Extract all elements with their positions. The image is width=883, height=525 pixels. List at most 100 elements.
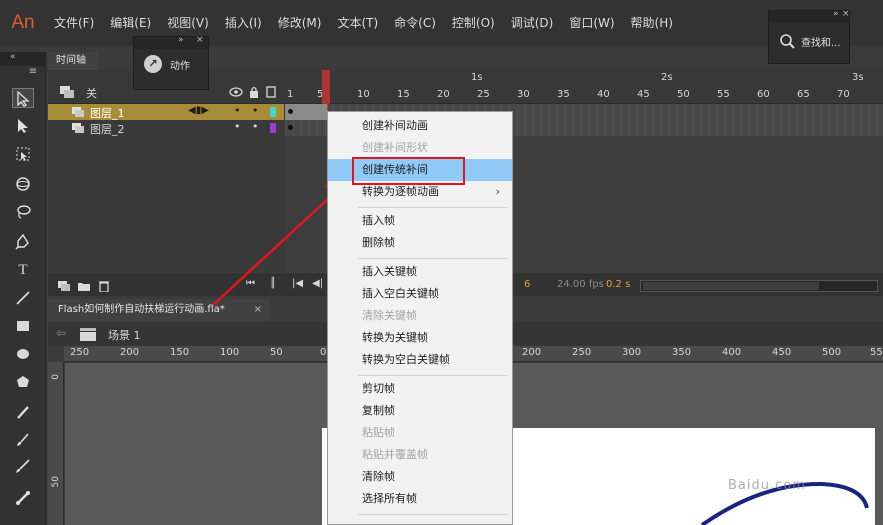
menu-paste-frames[interactable]: 粘贴帧 — [328, 422, 512, 444]
lock-dot[interactable]: • — [252, 104, 259, 117]
visibility-dot[interactable]: • — [234, 104, 241, 117]
layer-outline-color[interactable] — [270, 123, 276, 133]
close-icon[interactable]: × — [196, 35, 204, 45]
menu-convert-to-blank-keyframes[interactable]: 转换为空白关键帧 — [328, 349, 512, 371]
rectangle-tool-icon[interactable] — [12, 316, 34, 336]
menu-create-shape-tween[interactable]: 创建补间形状 — [328, 137, 512, 159]
layer-outline-color[interactable] — [270, 107, 276, 117]
close-icon[interactable]: × — [842, 9, 850, 19]
menu-remove-frames[interactable]: 删除帧 — [328, 232, 512, 254]
collapse-icon[interactable]: » — [178, 35, 184, 45]
menu-text[interactable]: 文本(T) — [329, 10, 386, 36]
menu-insert-frame[interactable]: 插入帧 — [328, 210, 512, 232]
menu-insert-blank-keyframe[interactable]: 插入空白关键帧 — [328, 283, 512, 305]
menu-debug[interactable]: 调试(D) — [503, 10, 562, 36]
lock-icon[interactable] — [249, 86, 259, 98]
line-tool-icon[interactable] — [12, 288, 34, 308]
menu-commands[interactable]: 命令(C) — [386, 10, 444, 36]
frame-number: 50 — [677, 89, 690, 100]
menu-cut-frames[interactable]: 剪切帧 — [328, 378, 512, 400]
layer-row-2[interactable]: 图层_2 • • — [48, 120, 284, 136]
trash-icon[interactable] — [99, 280, 109, 292]
menu-window[interactable]: 窗口(W) — [561, 10, 622, 36]
menu-create-motion-tween[interactable]: 创建补间动画 — [328, 115, 512, 137]
collapse-icon[interactable]: » — [833, 9, 839, 19]
timeline-tab[interactable]: 时间轴 — [48, 52, 98, 70]
menu-separator — [358, 514, 508, 515]
selection-tool-icon[interactable] — [12, 88, 34, 108]
pen-tool-icon[interactable] — [12, 232, 34, 252]
menu-insert[interactable]: 插入(I) — [217, 10, 270, 36]
time-scale[interactable]: 1s 2s 3s 1 5 10 15 20 25 30 35 40 45 50 … — [284, 70, 883, 104]
vertical-ruler[interactable]: 0 50 — [48, 362, 64, 525]
menu-help[interactable]: 帮助(H) — [623, 10, 681, 36]
frame-number: 20 — [437, 89, 450, 100]
menu-clear-frames[interactable]: 清除帧 — [328, 466, 512, 488]
action-panel-button[interactable]: ↗ 动作 — [134, 49, 208, 73]
close-document-icon[interactable]: × — [254, 299, 262, 321]
frame-number: 35 — [557, 89, 570, 100]
brush-tool-icon[interactable] — [12, 430, 34, 450]
layer-row-1[interactable]: 图层_1 ◀▮▶ • • — [48, 104, 284, 120]
new-layer-icon[interactable] — [58, 281, 70, 291]
keyframe-dot[interactable] — [288, 109, 293, 114]
pencil-tool-icon[interactable] — [12, 402, 34, 422]
timeline-scrollbar[interactable] — [640, 280, 878, 292]
frame-number: 40 — [597, 89, 610, 100]
scene-name[interactable]: 场景 1 — [108, 327, 141, 343]
frame-rate[interactable]: 24.00 fps — [557, 279, 604, 290]
menu-control[interactable]: 控制(O) — [444, 10, 503, 36]
timeline-scroll-thumb[interactable] — [643, 282, 819, 290]
context-menu: 创建补间动画 创建补间形状 创建传统补间 转换为逐帧动画 › 插入帧 删除帧 插… — [327, 111, 513, 525]
time-label-1s: 1s — [471, 72, 483, 83]
menu-view[interactable]: 视图(V) — [159, 10, 217, 36]
step-back-icon[interactable]: |◀ — [292, 278, 303, 289]
back-arrow-icon[interactable]: ⇦ — [56, 326, 66, 340]
menu-modify[interactable]: 修改(M) — [270, 10, 330, 36]
go-to-first-icon[interactable]: ⏮ — [246, 278, 255, 289]
menu-create-classic-tween[interactable]: 创建传统补间 — [328, 159, 512, 181]
find-panel-button[interactable]: 查找和... — [769, 23, 849, 49]
playhead[interactable] — [322, 70, 330, 104]
find-panel-label: 查找和... — [801, 37, 841, 49]
step-back-2-icon[interactable]: ◀| — [312, 278, 323, 289]
visibility-dot[interactable]: • — [234, 120, 241, 133]
menu-edit[interactable]: 编辑(E) — [102, 10, 159, 36]
elapsed-time[interactable]: 0.2 s — [606, 279, 630, 290]
lock-dot[interactable]: • — [252, 120, 259, 133]
menu-insert-keyframe[interactable]: 插入关键帧 — [328, 261, 512, 283]
free-transform-tool-icon[interactable] — [12, 144, 34, 164]
layer-name[interactable]: 图层_2 — [90, 121, 125, 137]
menu-convert-to-keyframes[interactable]: 转换为关键帧 — [328, 327, 512, 349]
eye-icon[interactable] — [229, 87, 243, 97]
layer-name[interactable]: 图层_1 — [90, 105, 125, 121]
subselection-tool-icon[interactable] — [12, 116, 34, 136]
3d-rotation-tool-icon[interactable] — [12, 174, 34, 194]
playback-bar-icon[interactable]: ║ — [270, 278, 276, 289]
text-tool-icon[interactable]: T — [12, 260, 34, 280]
menu-file[interactable]: 文件(F) — [46, 10, 102, 36]
paint-brush-tool-icon[interactable] — [12, 456, 34, 476]
frame-number: 25 — [477, 89, 490, 100]
toolbar-menu-icon[interactable]: ≡ — [0, 66, 45, 80]
oval-tool-icon[interactable] — [12, 344, 34, 364]
toolbar-collapse-icon[interactable]: « — [0, 52, 45, 66]
lasso-tool-icon[interactable] — [12, 202, 34, 222]
menu-convert-to-frame-by-frame[interactable]: 转换为逐帧动画 › — [328, 181, 512, 203]
polystar-tool-icon[interactable] — [12, 372, 34, 392]
current-frame[interactable]: 6 — [524, 279, 530, 290]
timeline-options-icon[interactable] — [60, 86, 74, 98]
document-tab[interactable]: Flash如何制作自动扶梯运行动画.fla* × — [48, 299, 270, 321]
menu-select-all-frames[interactable]: 选择所有帧 — [328, 488, 512, 510]
menu-clear-keyframe[interactable]: 清除关键帧 — [328, 305, 512, 327]
ruler-tick: 500 — [822, 347, 842, 358]
layer-nav-icon[interactable]: ◀▮▶ — [188, 105, 209, 116]
new-folder-icon[interactable] — [78, 281, 90, 291]
outline-icon[interactable] — [266, 86, 276, 98]
menu-copy-frames[interactable]: 复制帧 — [328, 400, 512, 422]
menu-paste-and-overwrite-frames[interactable]: 粘贴并覆盖帧 — [328, 444, 512, 466]
menu-convert-to-frame-by-frame-label: 转换为逐帧动画 — [362, 185, 439, 198]
frame-number: 1 — [287, 89, 294, 100]
bone-tool-icon[interactable] — [12, 488, 34, 508]
keyframe-dot[interactable] — [288, 125, 293, 130]
